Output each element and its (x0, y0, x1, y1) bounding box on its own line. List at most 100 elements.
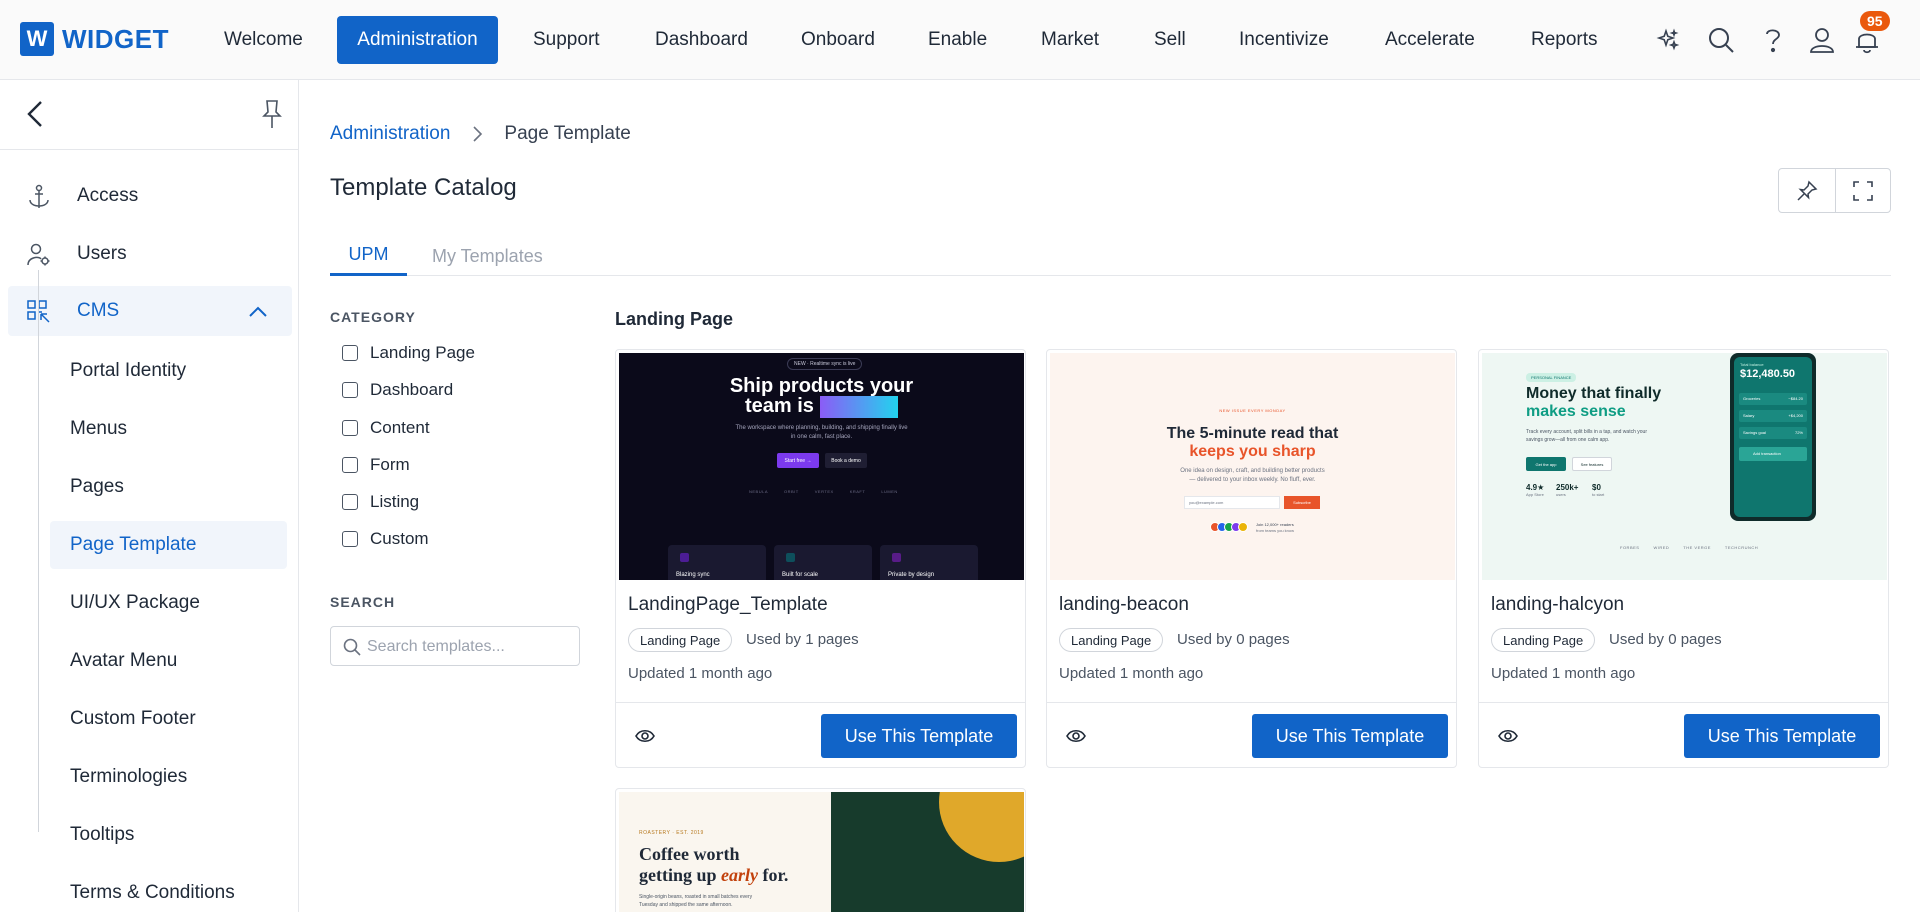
category-filter-listing[interactable]: Listing (330, 491, 419, 513)
preview-headline: Money that finally (1526, 385, 1662, 402)
search-input[interactable] (367, 635, 572, 659)
preview-stat: 4.9★ App Store (1526, 483, 1544, 497)
stat-value: $0 (1592, 483, 1601, 492)
eye-icon[interactable] (1497, 725, 1519, 747)
submenu-line (38, 270, 39, 832)
sidebar-item-portal-identity[interactable]: Portal Identity (50, 347, 287, 395)
chevron-up-icon[interactable] (246, 300, 270, 324)
use-template-button[interactable]: Use This Template (1684, 714, 1880, 758)
usage-count: Used by 0 pages (1609, 631, 1722, 648)
card-divider (1047, 702, 1456, 703)
nav-incentivize[interactable]: Incentivize (1219, 16, 1349, 64)
nav-sell[interactable]: Sell (1134, 16, 1206, 64)
template-preview-halcyon[interactable]: PERSONAL FINANCE Money that finally make… (1482, 353, 1887, 580)
nav-market[interactable]: Market (1021, 16, 1119, 64)
preview-logo: KRAFT (849, 489, 866, 494)
sparkle-icon[interactable] (1650, 22, 1686, 58)
nav-enable[interactable]: Enable (908, 16, 1007, 64)
checkbox[interactable] (342, 494, 358, 510)
template-preview-coffee[interactable]: ROASTERY · EST. 2019 Coffee worth gettin… (619, 792, 1024, 912)
tab-my-templates[interactable]: My Templates (432, 236, 543, 276)
category-filter-custom[interactable]: Custom (330, 528, 429, 550)
template-card[interactable]: NEW ISSUE EVERY MONDAY The 5-minute read… (1046, 349, 1457, 768)
category-filter-form[interactable]: Form (330, 454, 410, 476)
pin-icon[interactable] (258, 98, 286, 130)
pin-page-button[interactable] (1779, 169, 1835, 212)
anchor-icon (26, 184, 52, 210)
avatar (1238, 522, 1248, 532)
sidebar-item-tooltips[interactable]: Tooltips (50, 811, 287, 859)
fullscreen-button[interactable] (1834, 169, 1891, 212)
card-divider (1479, 702, 1888, 703)
usage-count: Used by 0 pages (1177, 631, 1290, 648)
sidebar-item-custom-footer[interactable]: Custom Footer (50, 695, 287, 743)
sidebar-item-menus[interactable]: Menus (50, 405, 287, 453)
category-label: Dashboard (370, 380, 454, 399)
eye-icon[interactable] (634, 725, 656, 747)
gradient-block (819, 395, 898, 418)
category-label: Custom (370, 529, 429, 548)
preview-kicker: ROASTERY · EST. 2019 (639, 830, 704, 836)
phone-row-label: Groceries (1743, 396, 1761, 401)
nav-onboard[interactable]: Onboard (781, 16, 895, 64)
page-title: Template Catalog (330, 174, 517, 201)
checkbox[interactable] (342, 531, 358, 547)
preview-email-input: you@example.com (1184, 496, 1280, 509)
tab-upm[interactable]: UPM (330, 236, 407, 276)
preview-logo: NEBULA (749, 489, 769, 494)
sidebar-item-uiux-package[interactable]: UI/UX Package (50, 579, 287, 627)
checkbox[interactable] (342, 345, 358, 361)
preview-headline: The 5-minute read that (1166, 425, 1339, 442)
use-template-button[interactable]: Use This Template (821, 714, 1017, 758)
notification-badge: 95 (1860, 11, 1890, 31)
phone-row-label: Salary (1743, 413, 1755, 418)
category-filter-content[interactable]: Content (330, 417, 430, 439)
breadcrumb: Administration Page Template (330, 123, 631, 145)
user-icon[interactable] (1804, 22, 1840, 58)
sidebar-item-cms[interactable]: CMS (8, 286, 292, 336)
preview-subtitle-2: Tuesday and shipped the same afternoon. (639, 902, 733, 908)
checkbox[interactable] (342, 457, 358, 473)
sidebar-item-avatar-menu[interactable]: Avatar Menu (50, 637, 287, 685)
category-filter-dashboard[interactable]: Dashboard (330, 379, 453, 401)
template-card[interactable]: PERSONAL FINANCE Money that finally make… (1478, 349, 1889, 768)
sidebar-subitem-label: Menus (70, 418, 128, 439)
preview-proof: Join 12,000+ readers (1256, 522, 1294, 527)
use-template-button[interactable]: Use This Template (1252, 714, 1448, 758)
nav-reports[interactable]: Reports (1511, 16, 1618, 64)
category-filter-landing-page[interactable]: Landing Page (330, 342, 475, 364)
sidebar-item-terminologies[interactable]: Terminologies (50, 753, 287, 801)
category-label: Listing (370, 492, 420, 511)
phone-row: Groceries −$84.20 (1739, 393, 1807, 405)
help-icon[interactable] (1755, 22, 1791, 58)
template-preview-beacon[interactable]: NEW ISSUE EVERY MONDAY The 5-minute read… (1050, 353, 1455, 580)
chevron-left-icon[interactable] (20, 98, 52, 130)
category-tag: Landing Page (1491, 628, 1596, 652)
sidebar-item-terms-conditions[interactable]: Terms & Conditions (50, 869, 287, 912)
checkbox[interactable] (342, 420, 358, 436)
sidebar-item-access[interactable]: Access (8, 171, 292, 221)
template-card[interactable]: NEW · Realtime sync is live Ship product… (615, 349, 1026, 768)
template-preview-dark[interactable]: NEW · Realtime sync is live Ship product… (619, 353, 1024, 580)
nav-support[interactable]: Support (513, 16, 620, 64)
search-icon[interactable] (1703, 22, 1739, 58)
top-navbar: W WIDGET Welcome Administration Support … (0, 0, 1920, 80)
nav-dashboard[interactable]: Dashboard (635, 16, 768, 64)
nav-welcome[interactable]: Welcome (204, 16, 323, 64)
search-heading: SEARCH (330, 594, 396, 610)
template-card[interactable]: ROASTERY · EST. 2019 Coffee worth gettin… (615, 788, 1026, 912)
sidebar-item-users[interactable]: Users (8, 229, 292, 279)
sidebar-item-pages[interactable]: Pages (50, 463, 287, 511)
eye-icon[interactable] (1065, 725, 1087, 747)
checkbox[interactable] (342, 382, 358, 398)
preview-subtitle: One idea on design, craft, and building … (1180, 468, 1325, 474)
preview-proof-2: from teams you know (1256, 528, 1295, 533)
preview-stat: 250k+ users (1556, 483, 1578, 497)
brand-logo[interactable]: W WIDGET (20, 22, 169, 56)
nav-accelerate[interactable]: Accelerate (1365, 16, 1495, 64)
sidebar-item-page-template[interactable]: Page Template (50, 521, 287, 569)
breadcrumb-parent-link[interactable]: Administration (330, 123, 450, 145)
nav-administration[interactable]: Administration (337, 16, 498, 64)
phone-balance: $12,480.50 (1740, 368, 1796, 380)
usage-count: Used by 1 pages (746, 631, 859, 648)
